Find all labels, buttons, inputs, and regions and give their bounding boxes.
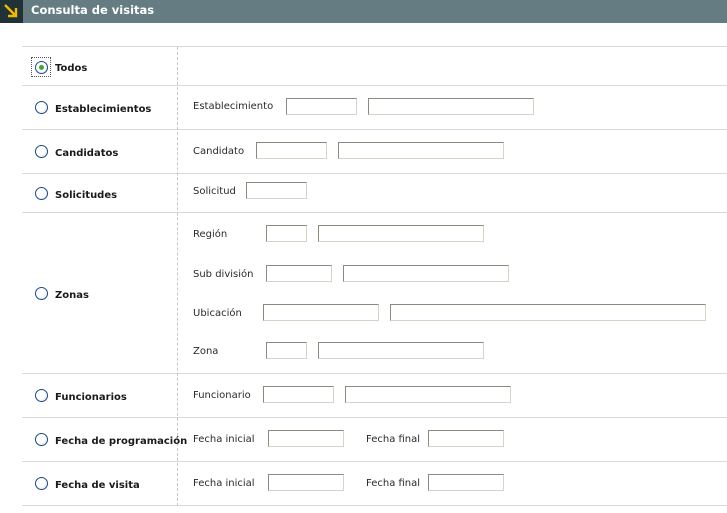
row-divider (22, 46, 727, 47)
field-label-ubicacion: Ubicación (193, 308, 242, 319)
visita-fecha-final-input[interactable] (428, 474, 504, 491)
funcionario-code-input[interactable] (263, 386, 334, 403)
field-label-fecha-final: Fecha final (366, 434, 421, 445)
funcionario-name-input[interactable] (345, 386, 511, 403)
region-code-input[interactable] (266, 225, 307, 242)
field-label-funcionario: Funcionario (193, 390, 251, 401)
radio-fecha-programacion[interactable] (35, 433, 48, 446)
sub-division-code-input[interactable] (266, 265, 332, 282)
radio-establecimientos[interactable] (35, 101, 48, 114)
field-label-fecha-inicial: Fecha inicial (193, 478, 255, 489)
option-label-todos: Todos (55, 63, 88, 74)
zona-name-input[interactable] (318, 342, 484, 359)
field-label-fecha-inicial: Fecha inicial (193, 434, 255, 445)
row-divider (22, 505, 727, 506)
option-label-solicitudes: Solicitudes (55, 190, 118, 201)
radio-todos[interactable] (35, 61, 48, 74)
candidato-name-input[interactable] (338, 142, 504, 159)
region-name-input[interactable] (318, 225, 484, 242)
option-label-zonas: Zonas (55, 290, 89, 301)
option-label-fecha-visita: Fecha de visita (55, 480, 140, 491)
sub-division-name-input[interactable] (343, 265, 509, 282)
row-divider (22, 173, 727, 174)
establecimiento-code-input[interactable] (286, 98, 357, 115)
row-divider (22, 373, 727, 374)
page-title: Consulta de visitas (31, 3, 155, 17)
ubicacion-name-input[interactable] (390, 304, 706, 321)
row-divider (22, 461, 727, 462)
page-header: Consulta de visitas (0, 0, 727, 23)
zona-code-input[interactable] (266, 342, 307, 359)
programacion-fecha-final-input[interactable] (428, 430, 504, 447)
option-label-funcionarios: Funcionarios (55, 392, 127, 403)
field-label-solicitud: Solicitud (193, 186, 236, 197)
solicitud-input[interactable] (246, 182, 307, 199)
field-label-zona: Zona (193, 346, 219, 357)
row-divider (22, 129, 727, 130)
radio-fecha-visita[interactable] (35, 477, 48, 490)
radio-candidatos[interactable] (35, 145, 48, 158)
field-label-candidato: Candidato (193, 146, 245, 157)
field-label-fecha-final: Fecha final (366, 478, 421, 489)
row-divider (22, 417, 727, 418)
radio-zonas[interactable] (35, 287, 48, 300)
row-divider (22, 212, 727, 213)
establecimiento-name-input[interactable] (368, 98, 534, 115)
visita-fecha-inicial-input[interactable] (268, 474, 344, 491)
radio-solicitudes[interactable] (35, 187, 48, 200)
candidato-code-input[interactable] (256, 142, 327, 159)
option-label-candidatos: Candidatos (55, 148, 119, 159)
field-label-establecimiento: Establecimiento (193, 101, 274, 112)
row-divider (22, 85, 727, 86)
radio-funcionarios[interactable] (35, 389, 48, 402)
ubicacion-code-input[interactable] (263, 304, 379, 321)
option-label-establecimientos: Establecimientos (55, 104, 152, 115)
field-label-region: Región (193, 229, 228, 240)
arrow-down-right-icon (0, 0, 23, 23)
field-label-sub-division: Sub división (193, 269, 254, 280)
option-label-fecha-programacion: Fecha de programación (55, 436, 188, 447)
programacion-fecha-inicial-input[interactable] (268, 430, 344, 447)
